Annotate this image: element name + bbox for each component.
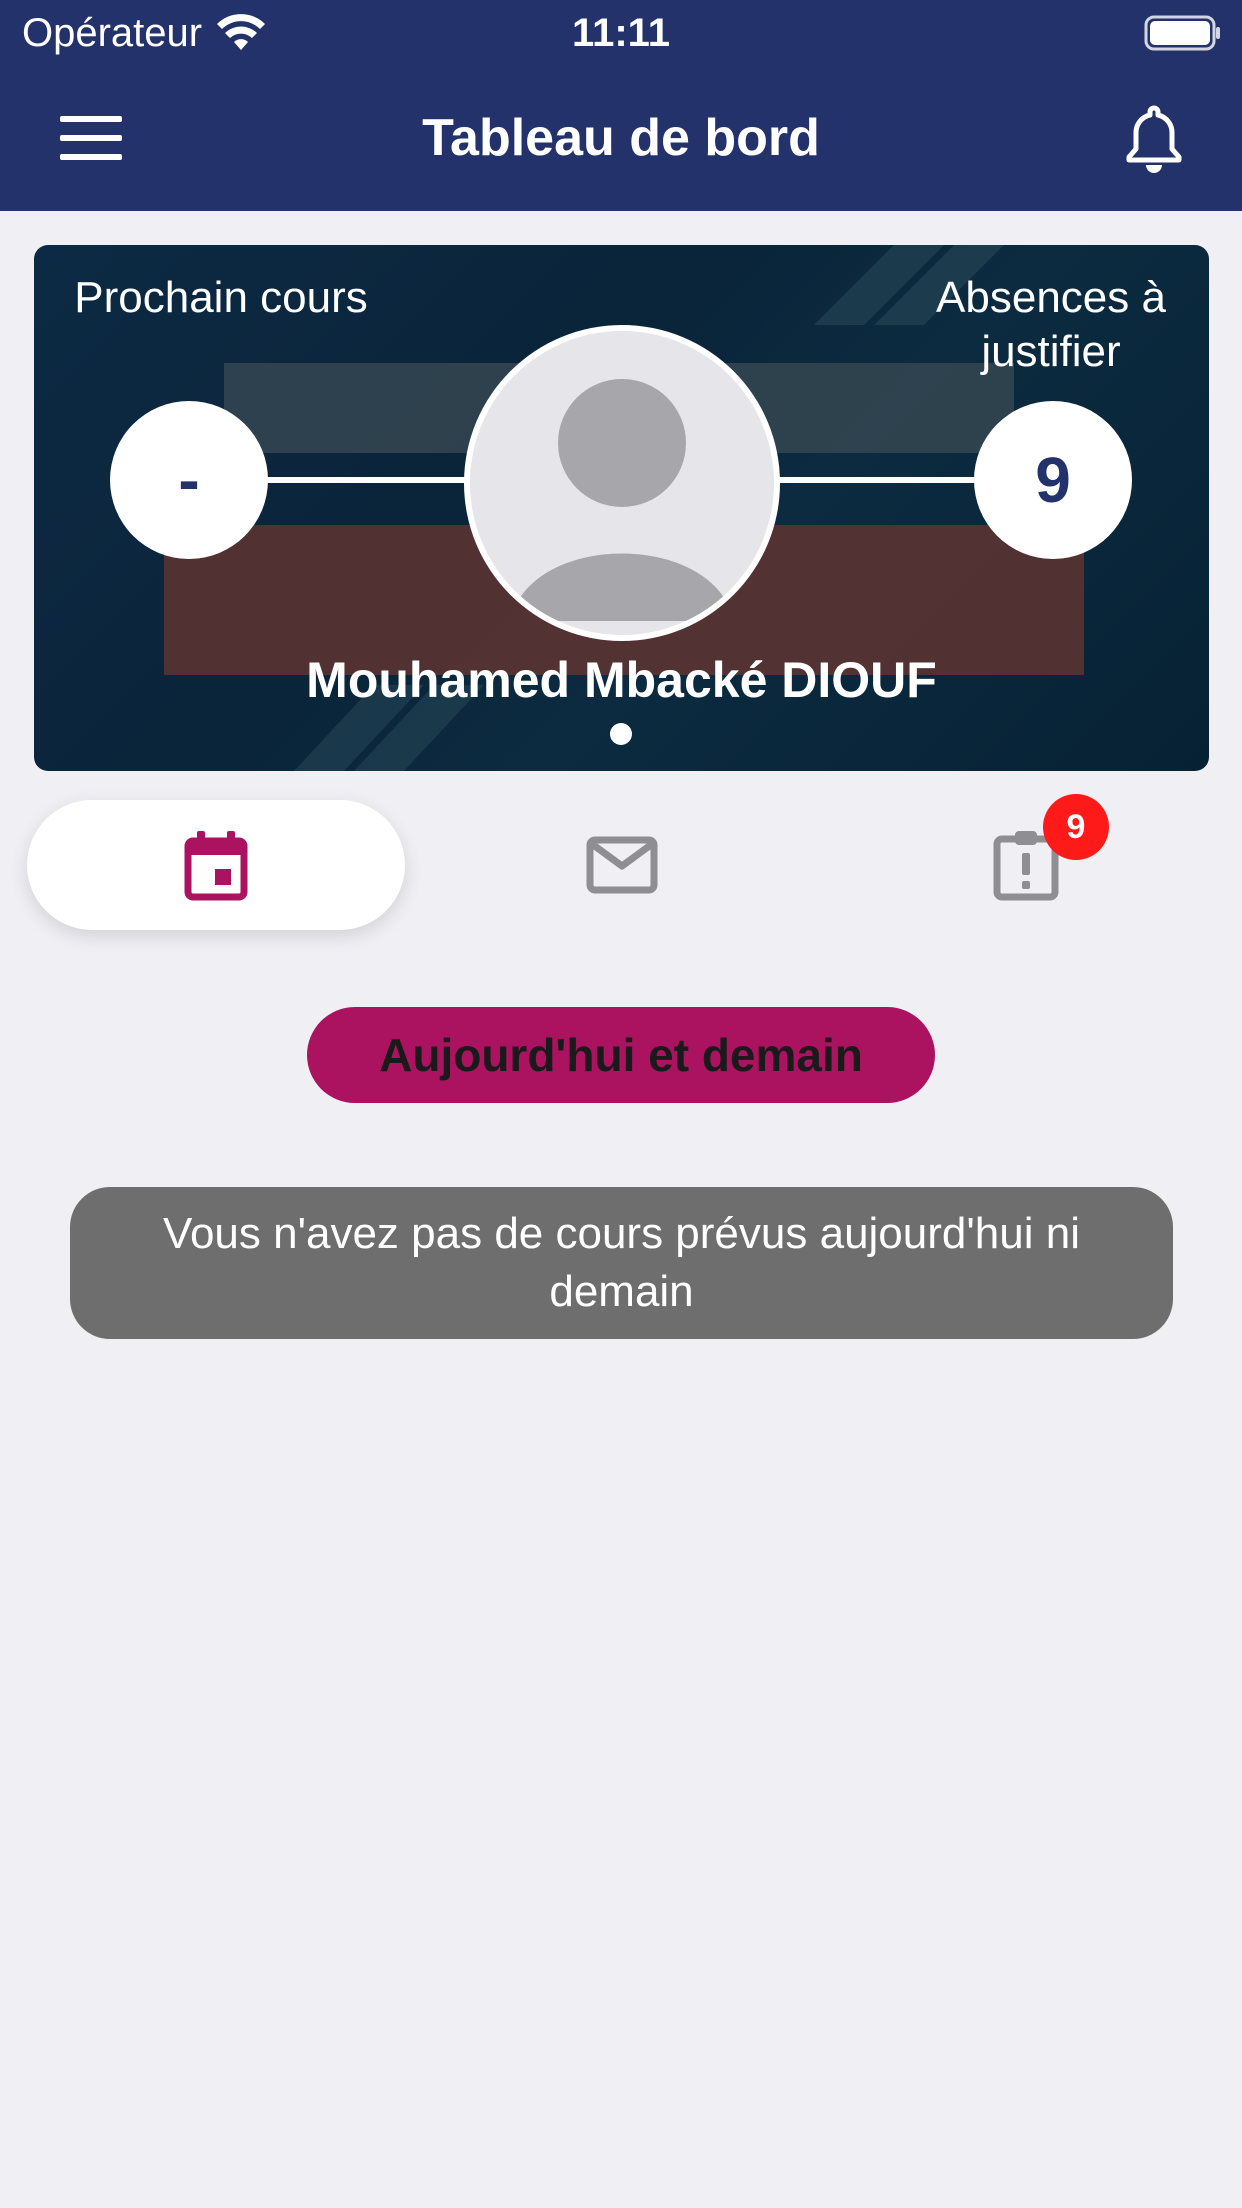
battery-icon xyxy=(1144,15,1220,51)
status-time: 11:11 xyxy=(572,11,670,55)
absences-count-circle[interactable]: 9 xyxy=(974,401,1132,559)
calendar-icon xyxy=(184,831,248,901)
tab-messages[interactable] xyxy=(433,800,811,930)
notifications-button[interactable] xyxy=(1124,104,1184,174)
next-course-label: Prochain cours xyxy=(74,273,368,322)
next-course-circle[interactable]: - xyxy=(110,401,268,559)
page-title: Tableau de bord xyxy=(422,109,820,167)
absences-label: Absences à justifier xyxy=(936,273,1166,376)
user-name: Mouhamed Mbacké DIOUF xyxy=(306,652,937,708)
avatar[interactable] xyxy=(470,331,774,635)
date-filter-button[interactable]: Aujourd'hui et demain xyxy=(307,1007,935,1103)
user-placeholder-icon xyxy=(510,379,734,621)
avatar-ring xyxy=(464,325,780,641)
tab-absences[interactable]: 9 xyxy=(837,794,1215,930)
bell-icon xyxy=(1126,105,1182,173)
top-bar: Opérateur 11:11 Tableau de bord xyxy=(0,0,1242,211)
absences-badge: 9 xyxy=(1043,794,1109,860)
empty-state-message: Vous n'avez pas de cours prévus aujourd'… xyxy=(70,1187,1173,1339)
profile-banner[interactable]: Prochain cours Absences à justifier - 9 … xyxy=(34,245,1209,771)
tab-calendar[interactable] xyxy=(27,800,405,930)
page-indicator-dot[interactable] xyxy=(610,723,632,745)
mail-icon xyxy=(586,836,658,894)
